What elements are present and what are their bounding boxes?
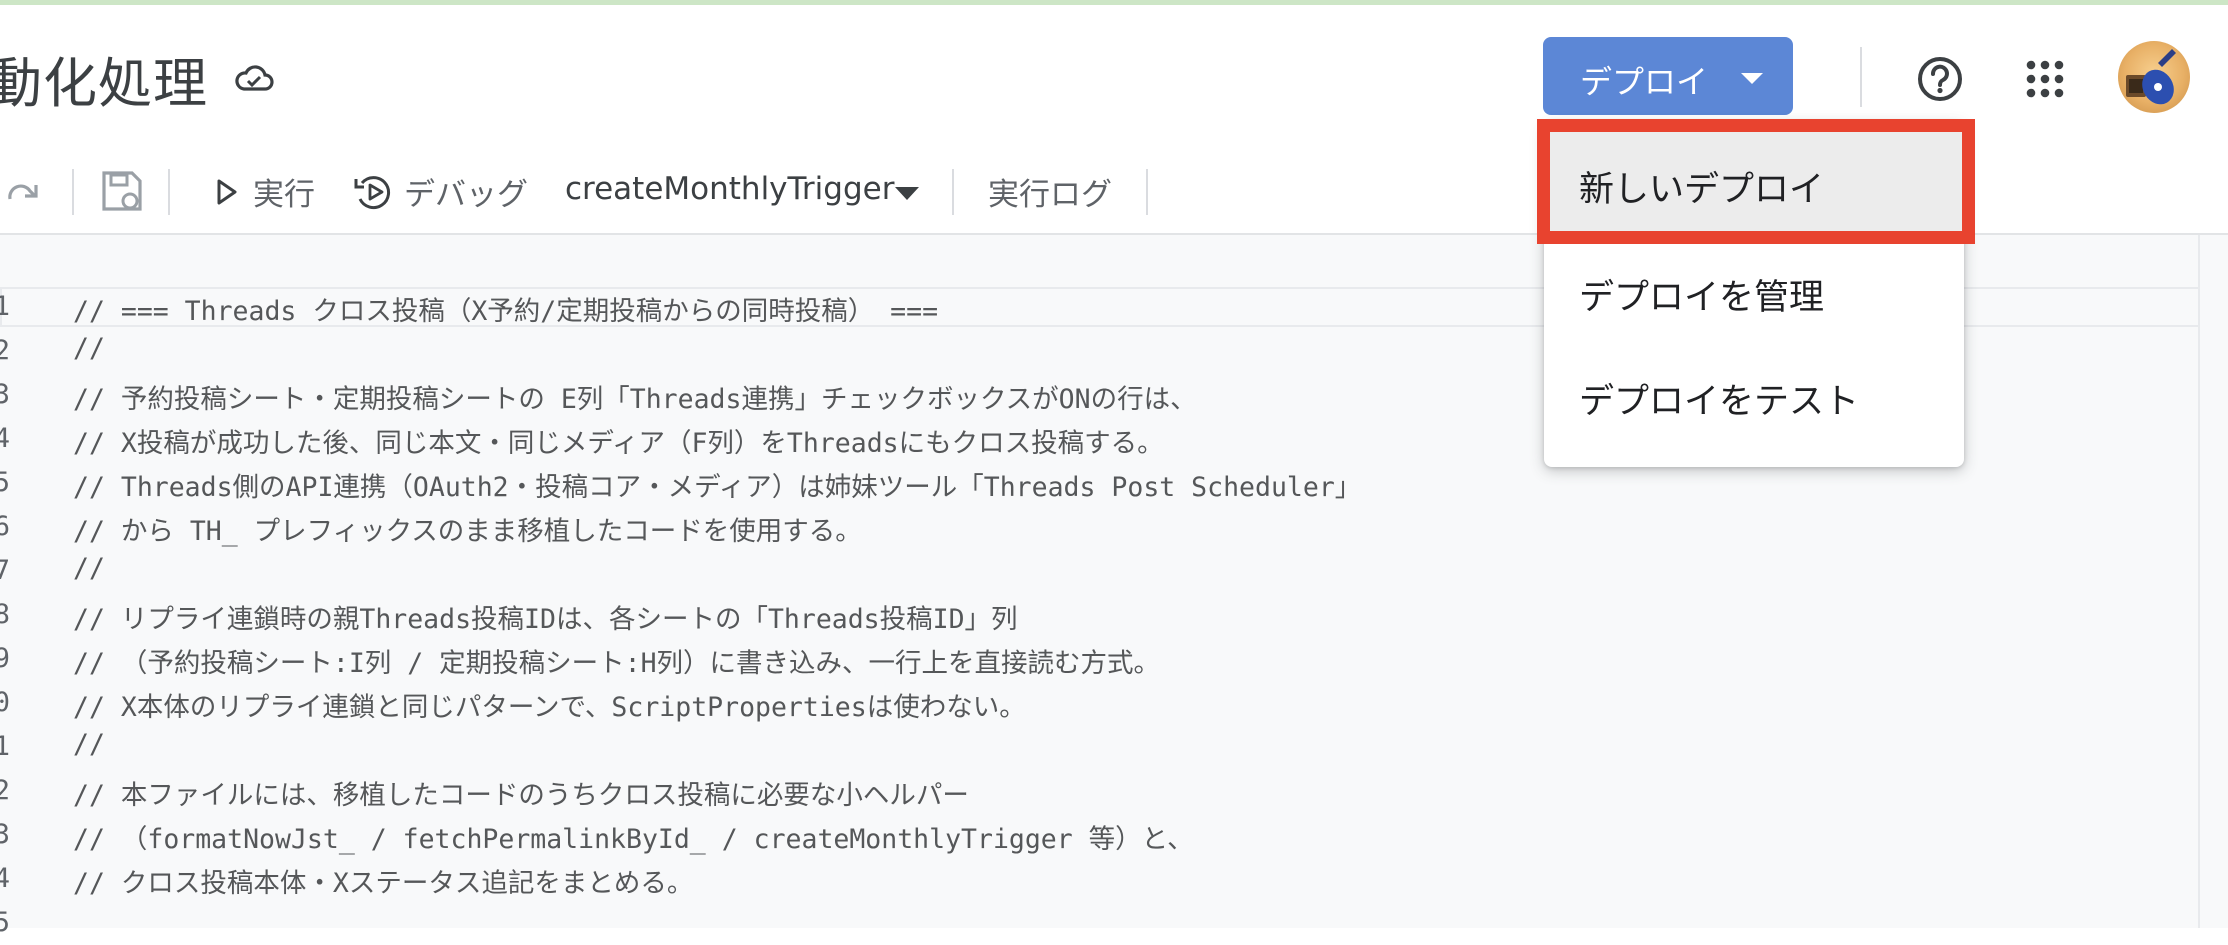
- toolbar-divider: [1146, 169, 1148, 215]
- help-icon[interactable]: [1916, 55, 1964, 103]
- toolbar-divider: [952, 169, 954, 215]
- code-line[interactable]: 3 // （formatNowJst_ / fetchPermalinkById…: [0, 813, 2190, 857]
- line-number: 1: [0, 291, 10, 322]
- code-text: // （予約投稿シート:I列 / 定期投稿シート:H列）に書き込み、一行上を直接…: [73, 648, 1161, 679]
- line-number: 6: [0, 511, 10, 542]
- cloud-saved-icon: [235, 65, 274, 91]
- line-number: 4: [0, 863, 10, 894]
- menu-item-label: デプロイをテスト: [1579, 382, 1860, 422]
- line-number: 8: [0, 599, 10, 630]
- line-number: 5: [0, 467, 10, 498]
- line-number: 3: [0, 379, 10, 410]
- code-line[interactable]: 9 // （予約投稿シート:I列 / 定期投稿シート:H列）に書き込み、一行上を…: [0, 637, 2190, 681]
- run-button[interactable]: 実行: [253, 169, 315, 214]
- code-line[interactable]: 8 // リプライ連鎖時の親Threads投稿IDは、各シートの「Threads…: [0, 593, 2190, 637]
- redo-icon[interactable]: [6, 175, 42, 207]
- line-number: 3: [0, 819, 10, 850]
- header-divider: [1860, 47, 1862, 107]
- execution-log-button[interactable]: 実行ログ: [988, 169, 1112, 214]
- project-title[interactable]: 動化処理: [0, 39, 208, 118]
- avatar-guitar-icon: [2126, 49, 2176, 105]
- line-number: 5: [0, 907, 10, 938]
- code-line[interactable]: 1 //: [0, 725, 2190, 769]
- line-number: 2: [0, 775, 10, 806]
- editor-scrollbar[interactable]: [2198, 235, 2228, 928]
- code-text: //: [73, 553, 105, 584]
- chevron-down-icon: [1741, 73, 1763, 84]
- code-line[interactable]: 5: [0, 901, 2190, 945]
- code-text: // 予約投稿シート・定期投稿シートの E列「Threads連携」チェックボック…: [73, 384, 1197, 415]
- line-number: 9: [0, 643, 10, 674]
- deploy-button-label: デプロイ: [1580, 63, 1709, 101]
- menu-item-label: デプロイを管理: [1579, 278, 1825, 318]
- line-number: 2: [0, 335, 10, 366]
- code-text: //: [73, 333, 105, 364]
- menu-item-manage-deployments[interactable]: デプロイを管理: [1544, 239, 1964, 343]
- function-select[interactable]: createMonthlyTrigger: [565, 171, 894, 207]
- debug-icon[interactable]: [354, 173, 394, 211]
- toolbar-divider: [72, 169, 74, 215]
- code-text: // クロス投稿本体・Xステータス追記をまとめる。: [73, 868, 694, 899]
- highlight-annotation-box: [1537, 119, 1975, 244]
- code-line[interactable]: 4 // クロス投稿本体・Xステータス追記をまとめる。: [0, 857, 2190, 901]
- code-text: // X本体のリプライ連鎖と同じパターンで、ScriptPropertiesは使…: [73, 692, 1026, 723]
- toolbar-divider: [168, 169, 170, 215]
- deploy-button[interactable]: デプロイ: [1543, 37, 1793, 115]
- line-number: 1: [0, 731, 10, 762]
- debug-button[interactable]: デバッグ: [404, 169, 528, 214]
- play-icon[interactable]: [216, 179, 238, 205]
- line-number: 0: [0, 687, 10, 718]
- save-icon[interactable]: [100, 169, 144, 213]
- code-line[interactable]: 0 // X本体のリプライ連鎖と同じパターンで、ScriptProperties…: [0, 681, 2190, 725]
- code-line[interactable]: 2 // 本ファイルには、移植したコードのうちクロス投稿に必要な小ヘルパー: [0, 769, 2190, 813]
- code-text: // （formatNowJst_ / fetchPermalinkById_ …: [73, 824, 1194, 855]
- code-line[interactable]: 6 // から TH_ プレフィックスのまま移植したコードを使用する。: [0, 505, 2190, 549]
- code-line[interactable]: 7 //: [0, 549, 2190, 593]
- line-number: 4: [0, 423, 10, 454]
- menu-item-test-deployments[interactable]: デプロイをテスト: [1544, 343, 1964, 447]
- avatar[interactable]: [2118, 41, 2190, 113]
- code-text: // X投稿が成功した後、同じ本文・同じメディア（F列）をThreadsにもクロ…: [73, 428, 1164, 459]
- line-number: 7: [0, 555, 10, 586]
- chevron-down-icon[interactable]: [895, 187, 919, 200]
- code-text: // リプライ連鎖時の親Threads投稿IDは、各シートの「Threads投稿…: [73, 604, 1018, 635]
- code-text: // から TH_ プレフィックスのまま移植したコードを使用する。: [73, 516, 862, 547]
- code-line[interactable]: 5 // Threads側のAPI連携（OAuth2・投稿コア・メディア）は姉妹…: [0, 461, 2190, 505]
- code-text: // === Threads クロス投稿（X予約/定期投稿からの同時投稿） ==…: [73, 296, 939, 327]
- code-text: // Threads側のAPI連携（OAuth2・投稿コア・メディア）は姉妹ツー…: [73, 472, 1362, 503]
- code-text: //: [73, 729, 105, 760]
- apps-grid-icon[interactable]: [2025, 59, 2065, 99]
- code-text: // 本ファイルには、移植したコードのうちクロス投稿に必要な小ヘルパー: [73, 780, 969, 811]
